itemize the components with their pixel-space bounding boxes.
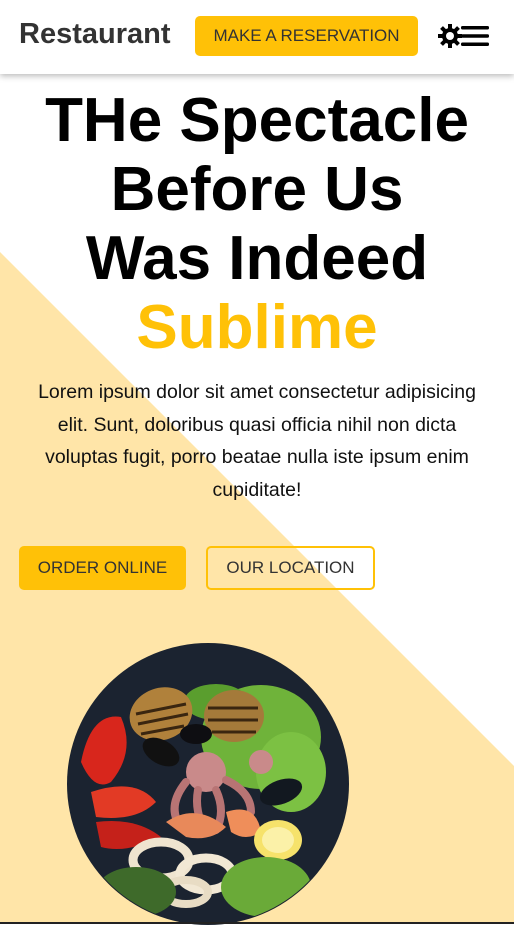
gear-icon[interactable] (437, 23, 463, 49)
site-logo[interactable]: Restaurant (19, 18, 171, 51)
hero-title-line-3: Was Indeed (85, 224, 429, 293)
menu-icon[interactable] (461, 24, 489, 48)
order-online-button[interactable]: ORDER ONLINE (19, 546, 186, 590)
hero-title-accent: Sublime (136, 293, 378, 362)
our-location-button[interactable]: OUR LOCATION (206, 546, 375, 590)
site-header: Restaurant MAKE A RESERVATION (0, 0, 514, 74)
hero-title: THe Spectacle Before Us Was Indeed Subli… (0, 86, 514, 362)
hero-description: Lorem ipsum dolor sit amet consectetur a… (38, 381, 476, 501)
hero-title-line-1: THe Spectacle (45, 86, 469, 155)
make-reservation-button[interactable]: MAKE A RESERVATION (195, 16, 418, 56)
seafood-dish-image (67, 643, 349, 925)
hero-title-line-2: Before Us (110, 155, 404, 224)
